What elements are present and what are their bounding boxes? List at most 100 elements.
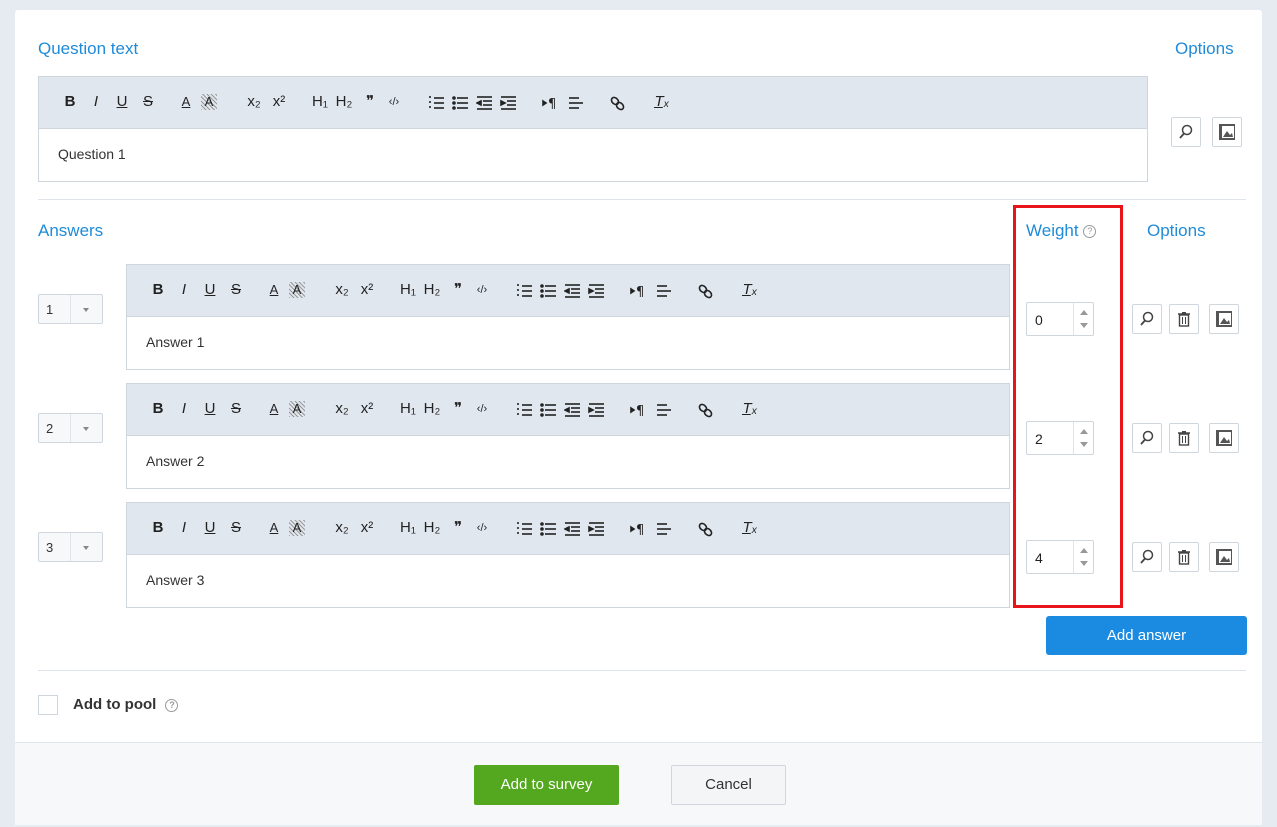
link-icon[interactable]	[694, 283, 716, 306]
blockquote-icon[interactable]: ❞	[447, 279, 469, 301]
blockquote-icon[interactable]: ❞	[359, 91, 381, 113]
add-answer-button[interactable]: Add answer	[1046, 616, 1247, 655]
clear-format-icon[interactable]: T̲ₓ	[651, 91, 673, 113]
underline-icon[interactable]: U	[199, 398, 221, 420]
answer-input[interactable]: Answer 3	[127, 555, 1009, 607]
strikethrough-icon[interactable]: S	[225, 398, 247, 420]
align-icon[interactable]	[652, 283, 674, 306]
answer-delete-button[interactable]	[1169, 304, 1199, 334]
strikethrough-icon[interactable]: S	[225, 279, 247, 301]
text-color-icon[interactable]: A	[263, 517, 285, 539]
align-icon[interactable]	[652, 521, 674, 544]
answer-preview-button[interactable]	[1132, 542, 1162, 572]
outdent-icon[interactable]	[561, 283, 583, 306]
bold-icon[interactable]: B	[59, 91, 81, 113]
heading-2-icon[interactable]: H₂	[421, 398, 443, 420]
answer-input[interactable]: Answer 2	[127, 436, 1009, 488]
paragraph-direction-icon[interactable]: ¶	[627, 402, 649, 425]
bulleted-list-icon[interactable]	[449, 95, 471, 118]
link-icon[interactable]	[606, 95, 628, 118]
bold-icon[interactable]: B	[147, 517, 169, 539]
subscript-icon[interactable]: x₂	[331, 279, 353, 301]
heading-2-icon[interactable]: H₂	[421, 279, 443, 301]
clear-format-icon[interactable]: T̲ₓ	[739, 279, 761, 301]
bulleted-list-icon[interactable]	[537, 521, 559, 544]
paragraph-direction-icon[interactable]: ¶	[539, 95, 561, 118]
outdent-icon[interactable]	[473, 95, 495, 118]
clear-format-icon[interactable]: T̲ₓ	[739, 398, 761, 420]
indent-icon[interactable]	[585, 402, 607, 425]
answer-number-select[interactable]: 3	[38, 532, 103, 562]
question-preview-button[interactable]	[1171, 117, 1201, 147]
heading-2-icon[interactable]: H₂	[333, 91, 355, 113]
answer-number-select[interactable]: 2	[38, 413, 103, 443]
code-icon[interactable]: ‹/›	[471, 398, 493, 420]
align-icon[interactable]	[652, 402, 674, 425]
numbered-list-icon[interactable]	[513, 402, 535, 425]
add-to-pool-checkbox[interactable]	[38, 695, 58, 715]
answer-number-select[interactable]: 1	[38, 294, 103, 324]
bulleted-list-icon[interactable]	[537, 402, 559, 425]
text-color-icon[interactable]: A	[175, 91, 197, 113]
heading-1-icon[interactable]: H₁	[397, 279, 419, 301]
superscript-icon[interactable]: x²	[356, 517, 378, 539]
heading-1-icon[interactable]: H₁	[397, 398, 419, 420]
underline-icon[interactable]: U	[111, 91, 133, 113]
superscript-icon[interactable]: x²	[356, 398, 378, 420]
numbered-list-icon[interactable]	[425, 95, 447, 118]
answer-image-button[interactable]	[1209, 423, 1239, 453]
paragraph-direction-icon[interactable]: ¶	[627, 521, 649, 544]
subscript-icon[interactable]: x₂	[243, 91, 265, 113]
subscript-icon[interactable]: x₂	[331, 398, 353, 420]
bold-icon[interactable]: B	[147, 279, 169, 301]
paragraph-direction-icon[interactable]: ¶	[627, 283, 649, 306]
answer-delete-button[interactable]	[1169, 423, 1199, 453]
link-icon[interactable]	[694, 521, 716, 544]
heading-1-icon[interactable]: H₁	[309, 91, 331, 113]
clear-format-icon[interactable]: T̲ₓ	[739, 517, 761, 539]
code-icon[interactable]: ‹/›	[383, 91, 405, 113]
background-color-icon[interactable]: A	[201, 94, 217, 110]
underline-icon[interactable]: U	[199, 517, 221, 539]
superscript-icon[interactable]: x²	[268, 91, 290, 113]
help-icon[interactable]: ?	[165, 698, 179, 712]
add-to-survey-button[interactable]: Add to survey	[474, 765, 619, 805]
italic-icon[interactable]: I	[173, 517, 195, 539]
strikethrough-icon[interactable]: S	[137, 91, 159, 113]
italic-icon[interactable]: I	[85, 91, 107, 113]
answer-image-button[interactable]	[1209, 542, 1239, 572]
outdent-icon[interactable]	[561, 402, 583, 425]
text-color-icon[interactable]: A	[263, 279, 285, 301]
indent-icon[interactable]	[497, 95, 519, 118]
answer-input[interactable]: Answer 1	[127, 317, 1009, 369]
answer-preview-button[interactable]	[1132, 423, 1162, 453]
text-color-icon[interactable]: A	[263, 398, 285, 420]
link-icon[interactable]	[694, 402, 716, 425]
bulleted-list-icon[interactable]	[537, 283, 559, 306]
answer-preview-button[interactable]	[1132, 304, 1162, 334]
italic-icon[interactable]: I	[173, 398, 195, 420]
underline-icon[interactable]: U	[199, 279, 221, 301]
answer-delete-button[interactable]	[1169, 542, 1199, 572]
heading-1-icon[interactable]: H₁	[397, 517, 419, 539]
answer-image-button[interactable]	[1209, 304, 1239, 334]
background-color-icon[interactable]: A	[289, 520, 305, 536]
strikethrough-icon[interactable]: S	[225, 517, 247, 539]
background-color-icon[interactable]: A	[289, 282, 305, 298]
numbered-list-icon[interactable]	[513, 283, 535, 306]
blockquote-icon[interactable]: ❞	[447, 517, 469, 539]
indent-icon[interactable]	[585, 283, 607, 306]
align-icon[interactable]	[564, 95, 586, 118]
italic-icon[interactable]: I	[173, 279, 195, 301]
subscript-icon[interactable]: x₂	[331, 517, 353, 539]
superscript-icon[interactable]: x²	[356, 279, 378, 301]
bold-icon[interactable]: B	[147, 398, 169, 420]
heading-2-icon[interactable]: H₂	[421, 517, 443, 539]
outdent-icon[interactable]	[561, 521, 583, 544]
indent-icon[interactable]	[585, 521, 607, 544]
blockquote-icon[interactable]: ❞	[447, 398, 469, 420]
background-color-icon[interactable]: A	[289, 401, 305, 417]
question-image-button[interactable]	[1212, 117, 1242, 147]
question-input[interactable]: Question 1	[39, 129, 1147, 181]
cancel-button[interactable]: Cancel	[671, 765, 786, 805]
